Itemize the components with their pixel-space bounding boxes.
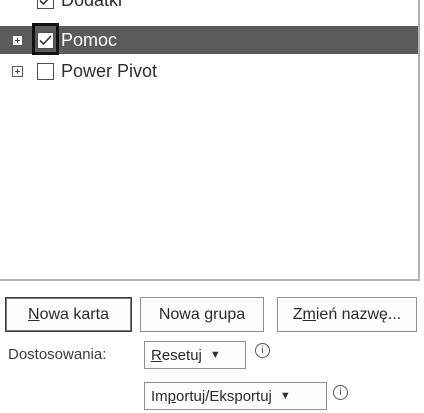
checkbox-dodatki[interactable] xyxy=(37,0,54,9)
tree-item-label: Power Pivot xyxy=(61,60,158,81)
dropdown-arrow-icon: ▼ xyxy=(279,390,291,402)
button-label: ień nazwę... xyxy=(315,305,402,323)
checkbox-power-pivot[interactable] xyxy=(37,62,54,80)
new-group-button[interactable]: Nowa g rupa xyxy=(140,297,264,332)
accesskey: m xyxy=(302,305,316,323)
tree-item-power-pivot[interactable]: Power Pivot xyxy=(0,57,418,85)
accesskey: p xyxy=(167,387,177,405)
button-label: ortuj/Eksportuj xyxy=(176,387,272,405)
checkbox-pomoc[interactable] xyxy=(37,31,54,49)
ribbon-tabs-tree: Dodatki Pomoc Power Pivot xyxy=(0,0,420,281)
tree-item-label: Dodatki xyxy=(61,0,122,11)
reset-dropdown-button[interactable]: Resetuj ▼ xyxy=(144,341,246,369)
accesskey: g xyxy=(204,305,214,323)
info-icon[interactable]: i xyxy=(333,385,348,400)
tree-item-label: Pomoc xyxy=(61,29,118,50)
accesskey: R xyxy=(151,346,162,364)
expand-plus-icon[interactable] xyxy=(12,65,23,77)
button-label: Im xyxy=(151,387,168,405)
button-label: owa karta xyxy=(39,305,109,323)
button-label: Nowa xyxy=(158,305,205,323)
button-label: rupa xyxy=(213,305,246,323)
rename-button[interactable]: Zm ień nazwę... xyxy=(277,297,417,332)
customizations-label: Dostosowania: xyxy=(8,346,107,363)
new-tab-button[interactable]: Nowa karta xyxy=(5,297,132,332)
button-label: esetuj xyxy=(161,346,202,364)
checkmark-icon xyxy=(39,0,48,5)
info-icon[interactable]: i xyxy=(255,343,270,358)
tree-item-dodatki[interactable]: Dodatki xyxy=(0,0,418,14)
import-export-dropdown-button[interactable]: Im p ortuj/Eksportuj ▼ xyxy=(144,382,327,410)
expand-plus-icon[interactable] xyxy=(12,34,23,46)
button-label: Z xyxy=(292,305,303,323)
accesskey: N xyxy=(28,305,40,323)
checkmark-icon xyxy=(39,34,52,45)
dropdown-arrow-icon: ▼ xyxy=(209,349,221,361)
tree-item-pomoc[interactable]: Pomoc xyxy=(0,26,418,54)
